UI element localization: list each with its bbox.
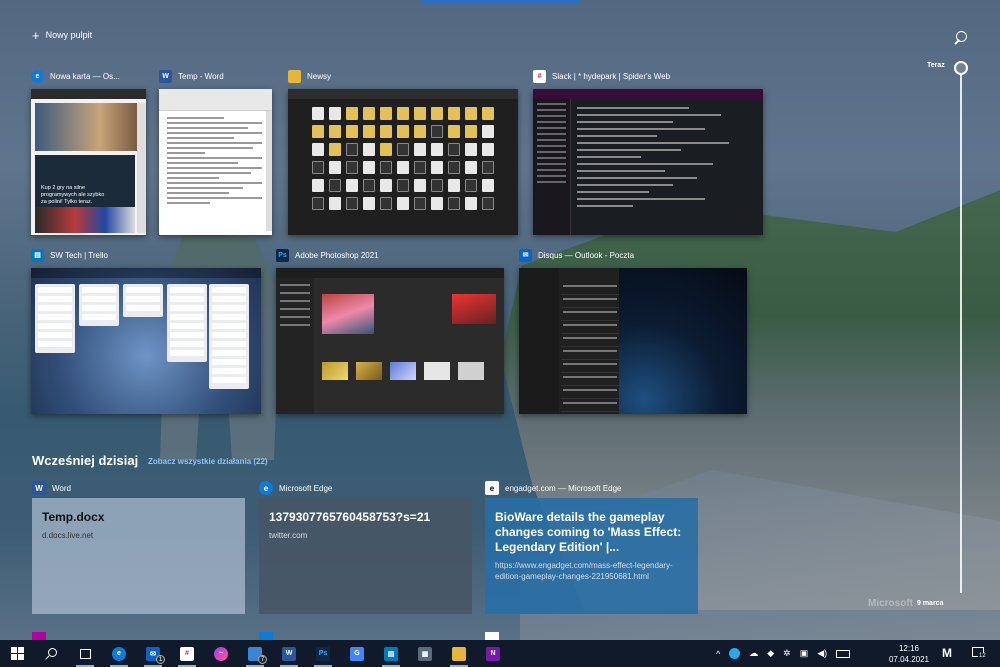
window-thumbnail[interactable] [276, 268, 504, 414]
window-thumbnail[interactable] [31, 268, 261, 414]
messenger-icon: ~ [214, 646, 228, 661]
taskbar-trello[interactable]: ▤ [374, 640, 408, 667]
taskbar-google[interactable]: G [340, 640, 374, 667]
start-button[interactable] [0, 640, 34, 667]
system-tray: ^ ☁ ◆ ✲ ▣ ◀) [716, 640, 851, 667]
activity-card-subtitle: d.docs.live.net [42, 531, 94, 540]
search-taskbar-button[interactable] [34, 640, 68, 667]
activity-app-header: e Microsoft Edge [259, 481, 332, 495]
window-thumbnail[interactable] [533, 89, 763, 235]
window-thumbnail[interactable] [288, 89, 518, 235]
timeline-search-button[interactable] [952, 30, 970, 48]
slack-icon: # [180, 646, 194, 661]
taskbar-word[interactable]: W [272, 640, 306, 667]
clock-time: 12:16 [898, 644, 920, 653]
search-icon [44, 647, 58, 661]
current-desktop-indicator [422, 0, 580, 3]
cloud-icon[interactable]: ☁ [749, 648, 758, 659]
photoshop-icon: Ps [276, 248, 289, 262]
edge-icon: e [31, 69, 44, 83]
activity-card-subtitle: twitter.com [269, 531, 308, 540]
system-clock[interactable]: 12:16 07.04.2021 [886, 643, 932, 665]
taskbar-edge[interactable]: e [102, 640, 136, 667]
taskbar-photoshop[interactable]: Ps [306, 640, 340, 667]
activity-card-word[interactable]: Temp.docx d.docs.live.net [32, 498, 245, 614]
volume-icon[interactable]: ◀) [817, 648, 827, 659]
timeline-track[interactable] [960, 73, 962, 593]
peek-item [485, 632, 499, 640]
chevron-up-icon[interactable]: ^ [716, 649, 720, 659]
notification-count: 12 [978, 653, 987, 659]
timeline-date-label[interactable]: 9 marca [917, 600, 943, 607]
outlook-icon: ✉ [519, 248, 532, 262]
window-title: Slack | * hydepark | Spider's Web [552, 71, 671, 81]
google-icon: G [350, 646, 364, 661]
word-icon: W [282, 646, 296, 661]
window-thumbnail[interactable] [519, 268, 747, 414]
windows-logo-icon [10, 647, 24, 660]
trello-icon: ▤ [31, 248, 44, 262]
window-thumbnail[interactable] [159, 89, 272, 235]
activity-card-edge[interactable]: 1379307765760458753?s=21 twitter.com [259, 498, 472, 614]
taskbar-mail[interactable]: ✉ 1 [136, 640, 170, 667]
clock-date: 07.04.2021 [888, 655, 930, 664]
timeline-handle[interactable] [954, 61, 968, 75]
edge-icon: e [259, 481, 273, 495]
keyboard-icon[interactable] [836, 649, 851, 658]
window-title: Temp - Word [178, 71, 224, 81]
window-title: Nowa karta — Os... [50, 71, 120, 81]
task-view-icon [79, 648, 91, 659]
activity-app-header: e engadget.com — Microsoft Edge [485, 481, 622, 495]
window-thumbnail[interactable]: Kup 2 gry na silne programywych ale szyb… [31, 89, 146, 235]
engadget-icon: e [485, 481, 499, 495]
folder-icon [452, 646, 466, 661]
activity-card-subtitle: https://www.engadget.com/mass-effect-leg… [495, 561, 673, 581]
action-center-button[interactable]: 12 [970, 645, 988, 662]
activity-card-title: Temp.docx [42, 510, 105, 524]
activity-card-engadget[interactable]: BioWare details the gameplay changes com… [485, 498, 698, 614]
window-title: SW Tech | Trello [50, 250, 108, 260]
window-title: Adobe Photoshop 2021 [295, 250, 379, 260]
calculator-icon: ▦ [418, 646, 432, 661]
taskbar-explorer[interactable] [442, 640, 476, 667]
thumbnail-caption: Kup 2 gry na silne programywych ale szyb… [41, 185, 105, 205]
docs-badge: 7 [258, 655, 267, 664]
taskbar-messenger[interactable]: ~ [204, 640, 238, 667]
dropbox-icon[interactable]: ◆ [767, 648, 774, 659]
section-title-earlier-today: Wcześniej dzisiaj [32, 453, 139, 468]
peek-item [259, 632, 273, 640]
timeline-now-label: Teraz [927, 62, 945, 69]
word-icon: W [159, 69, 172, 83]
trello-icon: ▤ [384, 646, 398, 661]
taskbar-calculator[interactable]: ▦ [408, 640, 442, 667]
window-title: Disqus — Outlook - Poczta [538, 250, 635, 260]
microsoft-watermark: Microsoft [868, 598, 913, 609]
task-view-button[interactable] [68, 640, 102, 667]
plus-icon: + [32, 27, 40, 43]
taskbar-slack[interactable]: # [170, 640, 204, 667]
meet-now-icon[interactable]: M [942, 646, 952, 660]
new-desktop-label: Nowy pulpit [45, 30, 93, 40]
taskbar-docs[interactable]: 7 [238, 640, 272, 667]
activity-card-title: BioWare details the gameplay changes com… [495, 510, 682, 554]
taskbar-onenote[interactable]: N [476, 640, 510, 667]
slack-icon: # [533, 69, 546, 83]
activity-app-header: W Word [32, 481, 71, 495]
peek-item [32, 632, 46, 640]
window-title: Newsy [307, 71, 332, 81]
see-all-activities-link[interactable]: Zobacz wszystkie działania (22) [148, 457, 268, 466]
photoshop-icon: Ps [316, 646, 330, 661]
new-desktop-button[interactable]: + Nowy pulpit [32, 27, 93, 43]
settings-icon[interactable]: ✲ [783, 648, 791, 659]
phone-icon[interactable]: ▣ [800, 648, 809, 659]
edge-icon: e [112, 646, 126, 661]
folder-icon [288, 69, 301, 83]
mail-badge: 1 [156, 655, 165, 664]
onenote-icon: N [486, 646, 500, 661]
activity-card-title: 1379307765760458753?s=21 [269, 510, 431, 524]
word-icon: W [32, 481, 46, 495]
telegram-icon[interactable] [729, 648, 741, 659]
